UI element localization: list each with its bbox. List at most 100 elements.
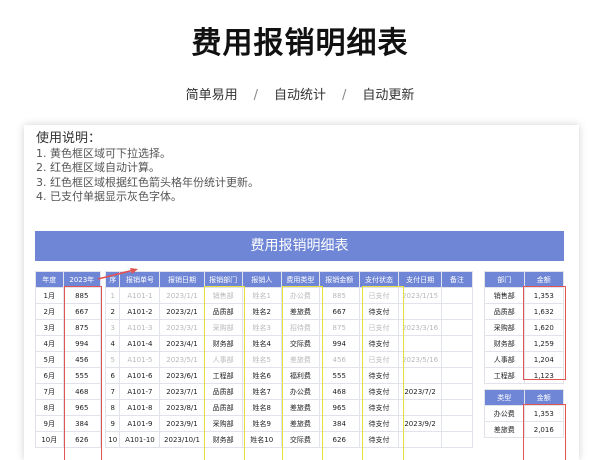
table-cell[interactable]: 965 xyxy=(318,399,360,416)
table-cell[interactable]: A101-6 xyxy=(119,367,161,384)
table-cell[interactable]: 10月 xyxy=(35,431,64,448)
table-cell[interactable]: 招待费 xyxy=(280,319,320,336)
table-cell[interactable]: 4 xyxy=(104,335,121,352)
table-cell[interactable]: 差旅费 xyxy=(280,303,320,320)
table-cell[interactable]: 采购部 xyxy=(484,319,525,336)
table-cell[interactable]: 384 xyxy=(62,415,102,432)
table-cell[interactable]: 待支付 xyxy=(358,399,400,416)
table-cell[interactable] xyxy=(440,319,474,336)
table-cell[interactable]: 6 xyxy=(104,367,121,384)
table-cell[interactable] xyxy=(440,415,474,432)
table-cell[interactable]: 9 xyxy=(104,415,121,432)
table-cell[interactable] xyxy=(440,303,474,320)
table-cell[interactable]: 456 xyxy=(318,351,360,368)
table-cell[interactable]: 工程部 xyxy=(203,367,243,384)
table-cell[interactable]: 品质部 xyxy=(484,303,525,320)
table-cell[interactable]: 财务部 xyxy=(203,335,243,352)
table-cell[interactable] xyxy=(398,335,442,352)
table-cell[interactable]: 667 xyxy=(62,303,102,320)
table-cell[interactable]: 财务部 xyxy=(203,431,243,448)
table-cell[interactable]: 办公费 xyxy=(280,287,320,304)
table-cell[interactable]: A101-9 xyxy=(119,415,161,432)
table-cell[interactable]: 626 xyxy=(62,431,102,448)
table-cell[interactable]: 4月 xyxy=(35,335,64,352)
table-cell[interactable]: 交际费 xyxy=(280,335,320,352)
table-cell[interactable]: 2023/7/1 xyxy=(159,383,205,400)
table-cell[interactable]: 2023/2/1 xyxy=(159,303,205,320)
table-cell[interactable]: A101-1 xyxy=(119,287,161,304)
table-cell[interactable]: 待支付 xyxy=(358,335,400,352)
table-cell[interactable]: 交际费 xyxy=(280,431,320,448)
table-cell[interactable]: 品质部 xyxy=(203,303,243,320)
table-cell[interactable]: A101-3 xyxy=(119,319,161,336)
table-cell[interactable]: 6月 xyxy=(35,367,64,384)
table-cell[interactable]: 已支付 xyxy=(358,287,400,304)
table-cell[interactable]: 工程部 xyxy=(484,367,525,384)
table-cell[interactable]: 1,620 xyxy=(523,319,565,336)
table-cell[interactable]: 差旅费 xyxy=(280,415,320,432)
table-cell[interactable]: 555 xyxy=(318,367,360,384)
table-cell[interactable]: 2023/5/1 xyxy=(159,351,205,368)
table-cell[interactable]: 销售部 xyxy=(484,287,525,304)
table-cell[interactable]: 5 xyxy=(104,351,121,368)
table-cell[interactable]: 人事部 xyxy=(484,351,525,368)
table-cell[interactable]: 姓名6 xyxy=(241,367,282,384)
table-cell[interactable]: 885 xyxy=(318,287,360,304)
table-cell[interactable] xyxy=(398,367,442,384)
table-cell[interactable]: 姓名5 xyxy=(241,351,282,368)
table-cell[interactable]: 9月 xyxy=(35,415,64,432)
table-cell[interactable]: A101-2 xyxy=(119,303,161,320)
table-cell[interactable]: 姓名4 xyxy=(241,335,282,352)
table-cell[interactable]: 1 xyxy=(104,287,121,304)
table-cell[interactable] xyxy=(440,351,474,368)
table-cell[interactable]: 885 xyxy=(62,287,102,304)
table-cell[interactable]: A101-8 xyxy=(119,399,161,416)
table-cell[interactable]: 2023/9/2 xyxy=(398,415,442,432)
table-cell[interactable]: 1,204 xyxy=(523,351,565,368)
table-cell[interactable]: 555 xyxy=(62,367,102,384)
table-cell[interactable] xyxy=(440,383,474,400)
table-cell[interactable] xyxy=(440,335,474,352)
table-cell[interactable]: 2023/3/1 xyxy=(159,319,205,336)
table-cell[interactable]: 差旅费 xyxy=(280,351,320,368)
table-cell[interactable]: 3 xyxy=(104,319,121,336)
table-cell[interactable]: 667 xyxy=(318,303,360,320)
table-cell[interactable]: 办公费 xyxy=(484,405,525,422)
table-cell[interactable]: 待支付 xyxy=(358,367,400,384)
table-cell[interactable]: 875 xyxy=(318,319,360,336)
table-cell[interactable]: 5月 xyxy=(35,351,64,368)
table-cell[interactable]: 1,353 xyxy=(523,287,565,304)
table-cell[interactable]: 2023/6/1 xyxy=(159,367,205,384)
table-cell[interactable] xyxy=(440,287,474,304)
table-cell[interactable]: 办公费 xyxy=(280,383,320,400)
table-cell[interactable]: 待支付 xyxy=(358,303,400,320)
table-cell[interactable]: 1,259 xyxy=(523,335,565,352)
table-cell[interactable]: 待支付 xyxy=(358,415,400,432)
table-cell[interactable]: 626 xyxy=(318,431,360,448)
table-cell[interactable]: 2023/9/1 xyxy=(159,415,205,432)
table-cell[interactable]: 财务部 xyxy=(484,335,525,352)
table-cell[interactable]: 468 xyxy=(62,383,102,400)
table-cell[interactable]: 456 xyxy=(62,351,102,368)
table-cell[interactable]: 销售部 xyxy=(203,287,243,304)
table-cell[interactable]: A101-5 xyxy=(119,351,161,368)
table-cell[interactable]: 7 xyxy=(104,383,121,400)
table-cell[interactable]: 已支付 xyxy=(358,351,400,368)
table-cell[interactable]: 人事部 xyxy=(203,351,243,368)
table-cell[interactable]: 2,016 xyxy=(523,421,565,438)
table-cell[interactable]: 差旅费 xyxy=(280,399,320,416)
table-cell[interactable]: 姓名2 xyxy=(241,303,282,320)
table-cell[interactable]: 2023/5/16 xyxy=(398,351,442,368)
table-cell[interactable]: 姓名9 xyxy=(241,415,282,432)
table-cell[interactable]: 994 xyxy=(318,335,360,352)
table-cell[interactable]: 468 xyxy=(318,383,360,400)
table-cell[interactable]: 1,123 xyxy=(523,367,565,384)
table-cell[interactable]: 1,353 xyxy=(523,405,565,422)
table-cell[interactable] xyxy=(398,431,442,448)
table-cell[interactable]: 994 xyxy=(62,335,102,352)
table-cell[interactable]: 10 xyxy=(104,431,121,448)
table-cell[interactable]: 3月 xyxy=(35,319,64,336)
table-cell[interactable]: 采购部 xyxy=(203,319,243,336)
table-cell[interactable]: 姓名10 xyxy=(241,431,282,448)
table-cell[interactable]: A101-4 xyxy=(119,335,161,352)
